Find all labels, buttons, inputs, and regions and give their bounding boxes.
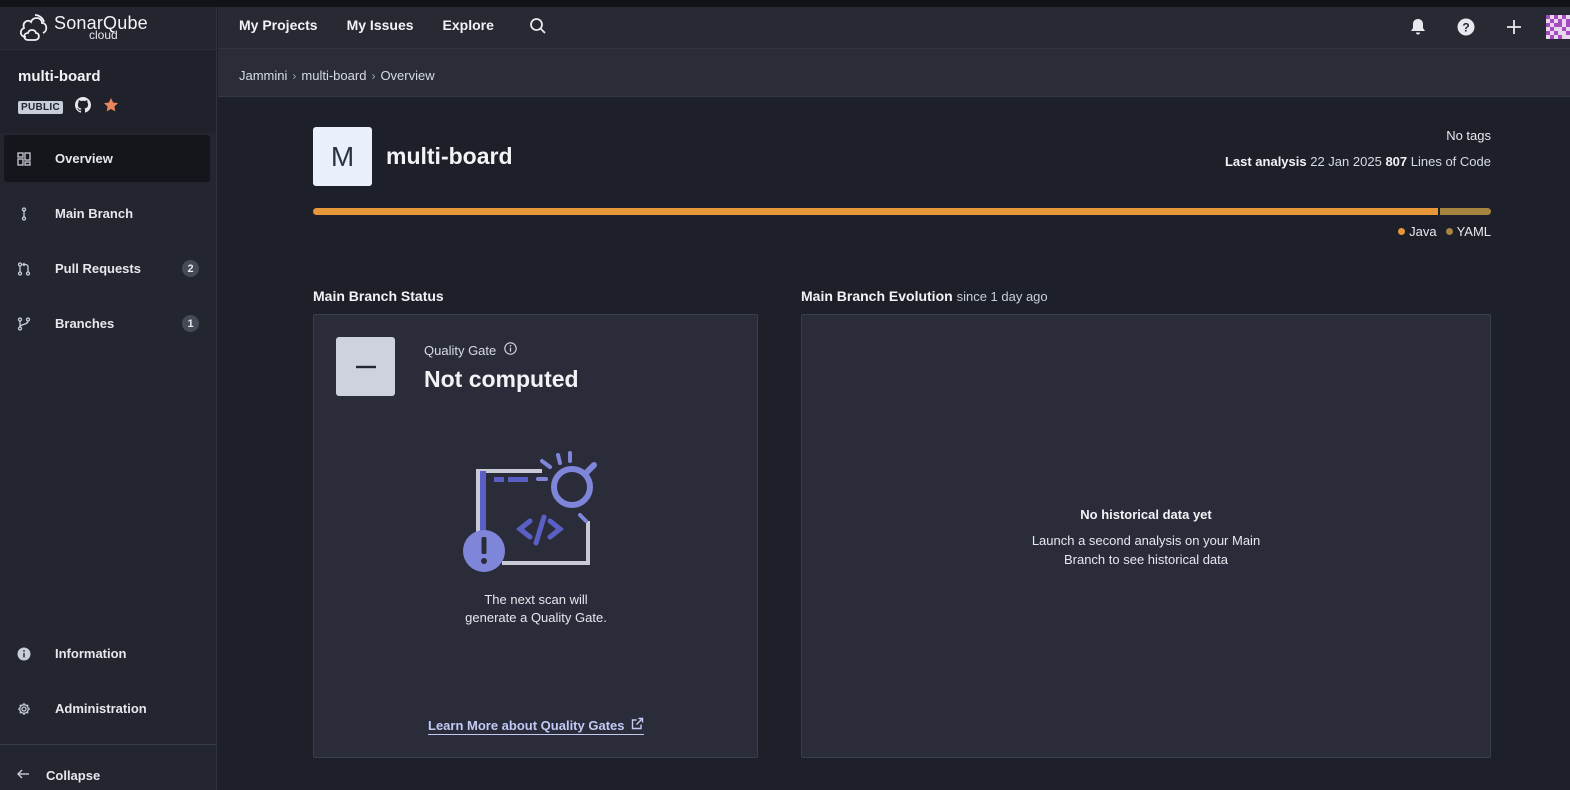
branches-count-badge: 1	[182, 315, 199, 332]
sonarqube-logo[interactable]: SonarQube cloud	[18, 11, 148, 43]
info-circle-icon[interactable]	[504, 342, 518, 358]
sidebar-project-header: multi-board PUBLIC	[0, 49, 216, 133]
favorite-star-icon[interactable]	[103, 97, 119, 118]
last-analysis-date: 22 Jan 2025	[1310, 154, 1382, 169]
loc-label: Lines of Code	[1410, 154, 1491, 169]
info-icon	[16, 646, 32, 662]
breadcrumb-project[interactable]: multi-board	[301, 68, 366, 83]
svg-text:?: ?	[1462, 21, 1469, 35]
search-icon[interactable]	[529, 17, 547, 40]
no-history-title: No historical data yet	[1080, 507, 1212, 522]
main-content: M multi-board No tags Last analysis 22 J…	[218, 98, 1570, 790]
code-scan-illustration-icon	[462, 451, 610, 582]
nav-explore[interactable]: Explore	[443, 17, 494, 33]
sidebar-project-name: multi-board	[18, 68, 101, 85]
quality-gate-label: Quality Gate	[424, 342, 497, 358]
sidebar-item-label: Branches	[55, 316, 115, 331]
nav-my-projects[interactable]: My Projects	[239, 17, 318, 33]
quality-gate-card: Quality Gate Not computed The next scan …	[313, 314, 758, 758]
sidebar-item-administration[interactable]: Administration	[4, 685, 210, 732]
language-bar-java	[313, 208, 1438, 215]
evolution-since: since 1 day ago	[956, 289, 1048, 304]
sidebar-item-label: Main Branch	[55, 206, 134, 221]
breadcrumb-current: Overview	[380, 68, 435, 83]
collapse-sidebar-button[interactable]: Collapse	[16, 767, 100, 784]
learn-more-quality-gates-link[interactable]: Learn More about Quality Gates	[428, 717, 644, 735]
project-tags[interactable]: No tags	[1446, 128, 1491, 143]
quality-gate-status-box	[336, 337, 395, 396]
learn-more-label: Learn More about Quality Gates	[428, 717, 625, 733]
top-navigation-bar: My Projects My Issues Explore ?	[218, 7, 1570, 49]
loc-value: 807	[1385, 154, 1408, 169]
notifications-bell-icon[interactable]	[1394, 18, 1442, 36]
no-history-message: Launch a second analysis on your Main Br…	[1031, 533, 1261, 567]
project-avatar: M	[313, 127, 372, 186]
breadcrumb-org[interactable]: Jammini	[239, 68, 287, 83]
sidebar-item-overview[interactable]: Overview	[4, 135, 210, 182]
evolution-section-title: Main Branch Evolution since 1 day ago	[801, 288, 1048, 304]
pull-requests-count-badge: 2	[182, 260, 199, 277]
plus-create-icon[interactable]	[1490, 18, 1538, 36]
help-icon[interactable]: ?	[1442, 18, 1490, 36]
branch-icon	[16, 206, 32, 222]
breadcrumb-bar: Jammini › multi-board › Overview	[218, 49, 1570, 97]
external-link-icon	[631, 717, 644, 733]
chevron-right-icon: ›	[292, 68, 297, 83]
top-nav-links: My Projects My Issues Explore	[239, 17, 494, 33]
legend-yaml: YAML	[1445, 224, 1491, 239]
branches-icon	[16, 316, 32, 332]
top-right-actions: ?	[1394, 15, 1570, 39]
sidebar-item-label: Information	[55, 646, 127, 661]
user-avatar[interactable]	[1546, 15, 1570, 39]
quality-gate-label-row: Quality Gate	[424, 342, 518, 358]
sidebar-item-main-branch[interactable]: Main Branch	[4, 190, 210, 237]
quality-gate-status: Not computed	[424, 366, 579, 392]
dash-icon	[355, 365, 376, 368]
evolution-card: No historical data yet Launch a second a…	[801, 314, 1491, 758]
collapse-label: Collapse	[46, 768, 101, 783]
pull-request-icon	[16, 261, 32, 277]
breadcrumb: Jammini › multi-board › Overview	[239, 68, 435, 83]
sidebar-item-label: Overview	[55, 151, 113, 166]
nav-my-issues[interactable]: My Issues	[347, 17, 414, 33]
window-top-strip	[0, 0, 1570, 7]
project-badges: PUBLIC	[18, 97, 119, 118]
overview-icon	[16, 151, 32, 167]
sidebar: SonarQube cloud multi-board PUBLIC Overv…	[0, 7, 217, 790]
github-icon[interactable]	[75, 97, 92, 118]
language-bar-yaml	[1439, 208, 1491, 215]
status-section-title: Main Branch Status	[313, 288, 444, 304]
sidebar-item-branches[interactable]: Branches 1	[4, 300, 210, 347]
language-legend: Java YAML	[1398, 224, 1491, 239]
sidebar-item-label: Pull Requests	[55, 261, 141, 276]
quality-gate-message: The next scan will generate a Quality Ga…	[465, 592, 607, 625]
sidebar-item-information[interactable]: Information	[4, 630, 210, 677]
gear-icon	[16, 701, 32, 717]
evolution-title: Main Branch Evolution	[801, 288, 953, 304]
chevron-right-icon: ›	[371, 68, 376, 83]
language-distribution-bar	[313, 208, 1491, 215]
arrow-left-icon	[16, 767, 30, 784]
sidebar-item-label: Administration	[55, 701, 147, 716]
page-title: multi-board	[386, 143, 513, 169]
legend-java: Java	[1398, 224, 1437, 239]
visibility-badge: PUBLIC	[18, 101, 64, 114]
last-analysis-label: Last analysis	[1224, 154, 1307, 169]
sidebar-item-pull-requests[interactable]: Pull Requests 2	[4, 245, 210, 292]
last-analysis-info: Last analysis 22 Jan 2025 807 Lines of C…	[1225, 154, 1491, 169]
cloud-logo-icon	[19, 14, 48, 41]
sidebar-divider	[0, 744, 216, 745]
